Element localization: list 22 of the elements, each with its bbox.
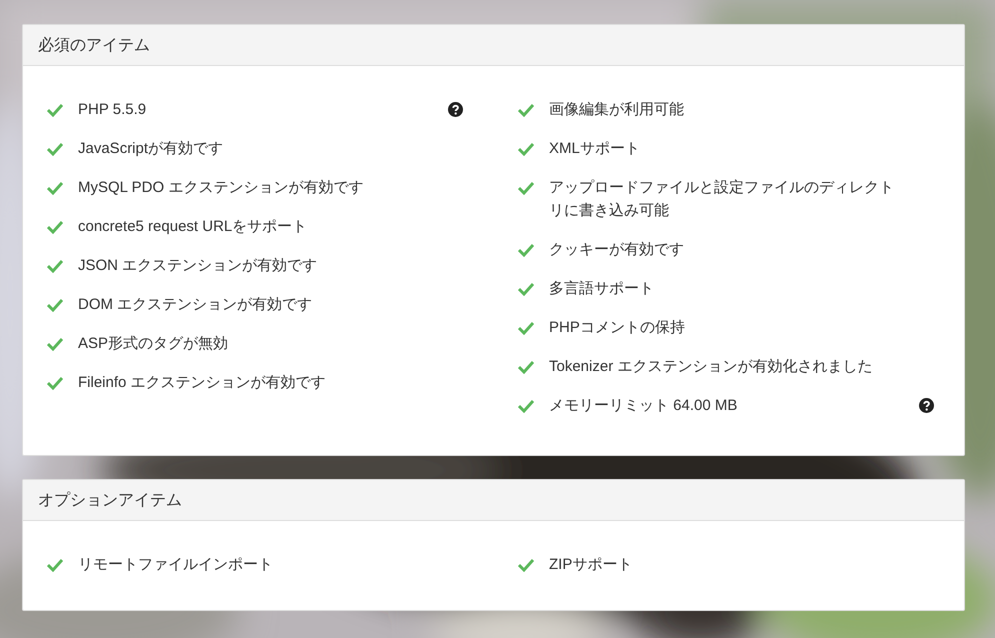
requirement-label: JSON エクステンションが有効です <box>78 256 318 276</box>
requirement-label: クッキーが有効です <box>549 240 684 260</box>
requirement-label: メモリーリミット 64.00 MB <box>549 396 738 416</box>
panel-title: 必須のアイテム <box>38 36 150 56</box>
requirement-label: XMLサポート <box>549 139 640 159</box>
requirement-label: ASP形式のタグが無効 <box>78 334 228 354</box>
requirement-label: リモートファイルインポート <box>78 555 273 575</box>
requirement-label: Fileinfo エクステンションが有効です <box>78 373 326 393</box>
help-icon[interactable] <box>448 102 463 117</box>
requirement-label: JavaScriptが有効です <box>78 139 224 159</box>
requirement-label: 画像編集が利用可能 <box>549 100 684 120</box>
requirement-label: Tokenizer エクステンションが有効化されました <box>549 357 872 377</box>
requirement-label: PHP 5.5.9 <box>78 100 146 120</box>
requirement-label: アップロードファイルと設定ファイルのディレクトリに書き込み可能 <box>549 178 895 221</box>
requirement-label: DOM エクステンションが有効です <box>78 295 312 315</box>
requirement-label: 多言語サポート <box>549 279 654 299</box>
requirement-label: concrete5 request URLをサポート <box>78 217 308 237</box>
requirement-label: ZIPサポート <box>549 555 632 575</box>
requirement-label: MySQL PDO エクステンションが有効です <box>78 178 364 198</box>
panel-title: オプションアイテム <box>38 490 182 510</box>
help-icon[interactable] <box>919 398 934 413</box>
requirement-label: PHPコメントの保持 <box>549 318 685 338</box>
